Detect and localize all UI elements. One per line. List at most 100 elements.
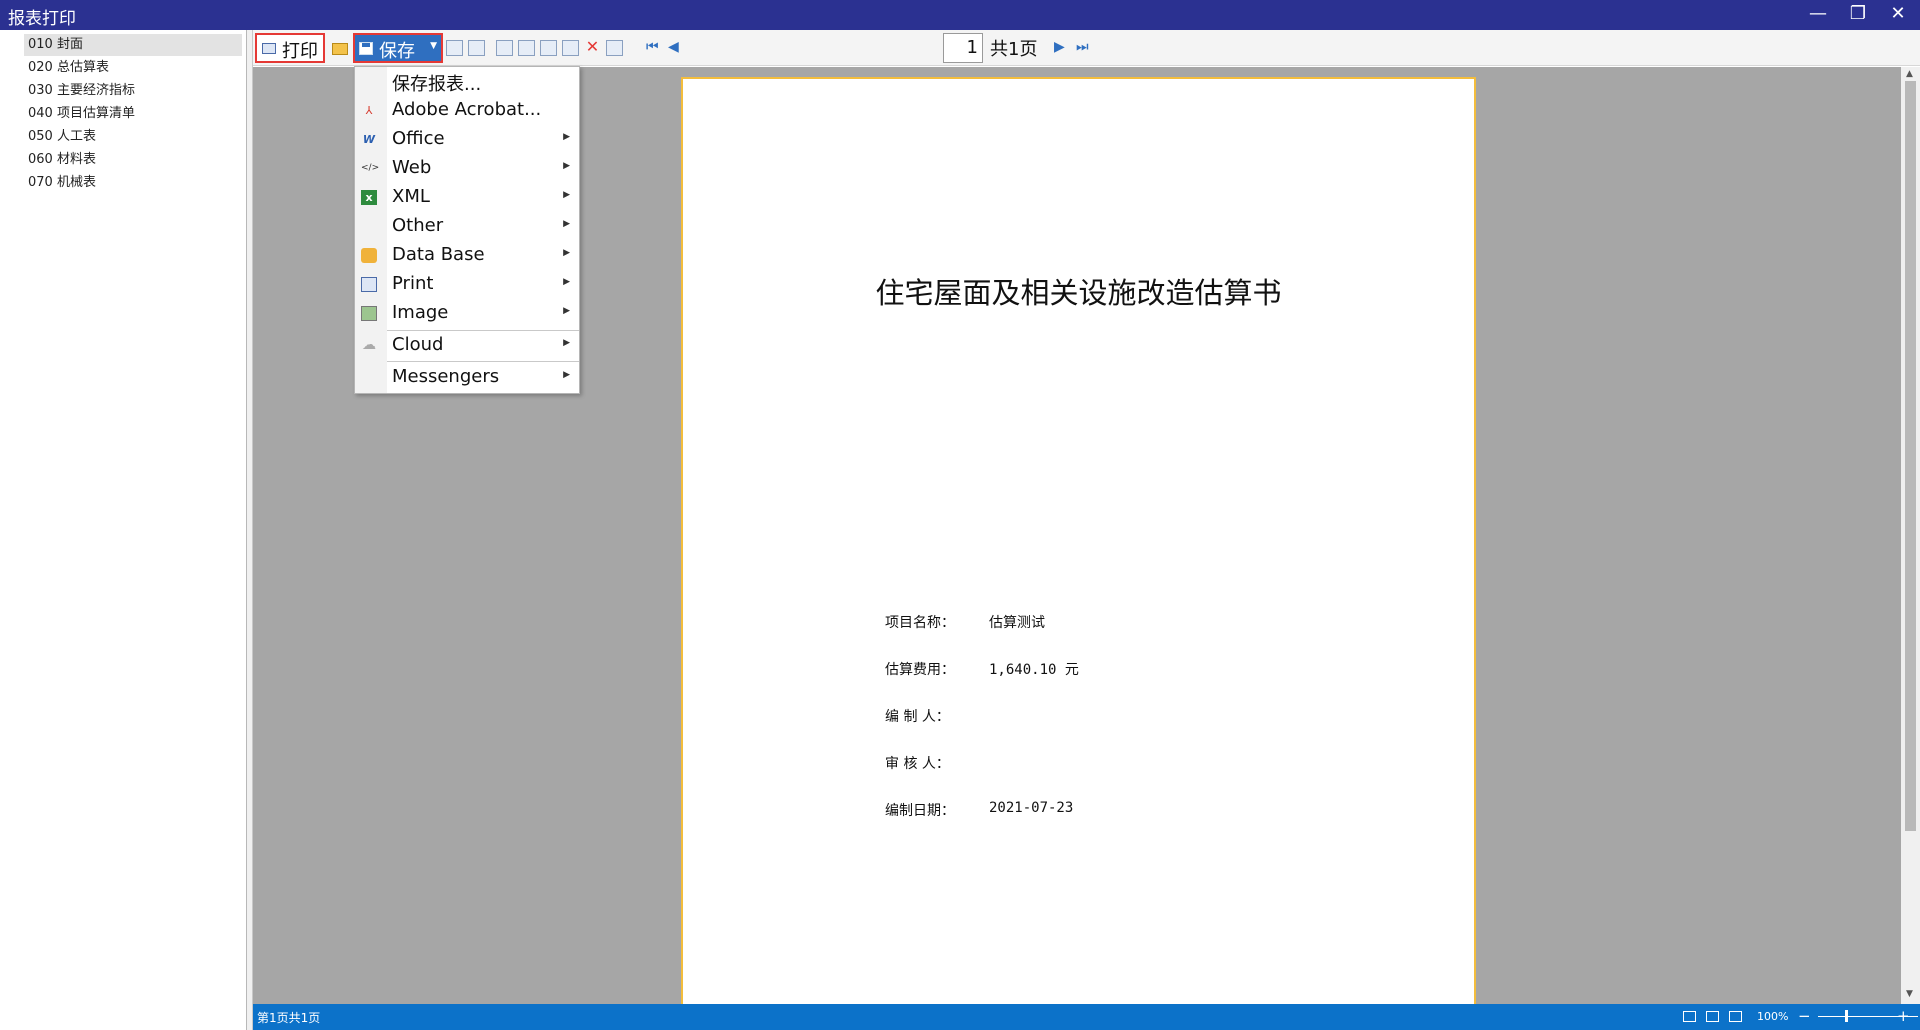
folder-icon <box>332 43 348 55</box>
page-total: 共1页 <box>990 39 1038 60</box>
edit-icon[interactable] <box>518 40 535 56</box>
restore-icon[interactable]: ❐ <box>1840 0 1876 30</box>
status-bar: 第1页共1页 100% − + <box>253 1004 1920 1030</box>
report-item-labor[interactable]: 050 人工表 <box>24 126 242 148</box>
zoom-level[interactable]: 100% <box>1757 1010 1788 1023</box>
menu-item-cloud[interactable]: ☁ Cloud ▶ <box>355 331 579 360</box>
menu-separator <box>387 361 579 362</box>
field-label-estimated-cost: 估算费用： <box>885 662 955 678</box>
fullscreen-icon[interactable] <box>606 40 623 56</box>
field-value-date: 2021-07-23 <box>989 800 1074 816</box>
cloud-icon: ☁ <box>362 337 376 353</box>
printer-icon <box>262 43 276 54</box>
zoom-out-icon[interactable]: − <box>1798 1007 1811 1025</box>
menu-item-save-report[interactable]: 保存报表... <box>355 67 579 96</box>
submenu-arrow-icon: ▶ <box>563 370 570 380</box>
report-item-estimate-list[interactable]: 040 项目估算清单 <box>24 103 242 125</box>
menu-item-web[interactable]: </> Web ▶ <box>355 154 579 183</box>
scroll-up-icon[interactable]: ▲ <box>1906 69 1913 79</box>
field-value-project-name: 估算测试 <box>989 615 1045 631</box>
window-title: 报表打印 <box>8 9 76 29</box>
document-title: 住宅屋面及相关设施改造估算书 <box>875 276 1282 310</box>
continuous-view-icon[interactable] <box>1706 1011 1719 1022</box>
open-button[interactable] <box>330 33 350 63</box>
excel-icon: x <box>361 190 377 205</box>
minimize-icon[interactable]: — <box>1800 0 1836 30</box>
menu-item-xml[interactable]: x XML ▶ <box>355 183 579 212</box>
page-info: 第1页共1页 <box>257 1011 321 1025</box>
menu-item-office[interactable]: W Office ▶ <box>355 125 579 154</box>
menu-item-other[interactable]: Other ▶ <box>355 212 579 241</box>
close-icon[interactable]: ✕ <box>1880 0 1916 30</box>
email-icon[interactable] <box>446 40 463 56</box>
report-item-materials[interactable]: 060 材料表 <box>24 149 242 171</box>
printer-icon <box>361 277 377 292</box>
next-page-icon[interactable]: ▶ <box>1054 39 1065 55</box>
field-label-preparer: 编 制 人： <box>885 709 950 725</box>
field-label-date: 编制日期： <box>885 803 955 819</box>
report-page: 住宅屋面及相关设施改造估算书 项目名称： 估算测试 估算费用： 1,640.10… <box>681 77 1476 1004</box>
image-icon <box>361 306 377 321</box>
toolbar: 打印 保存 ▼ ✕ ⏮ ◀ 1 共1页 ▶ ⏭ <box>253 30 1920 66</box>
submenu-arrow-icon: ▶ <box>563 190 570 200</box>
single-page-view-icon[interactable] <box>1683 1011 1696 1022</box>
submenu-arrow-icon: ▶ <box>563 219 570 229</box>
scrollbar-thumb[interactable] <box>1905 81 1916 831</box>
first-page-icon[interactable]: ⏮ <box>646 39 659 55</box>
report-item-cover[interactable]: 010 封面 <box>24 34 242 56</box>
word-icon: W <box>362 133 376 146</box>
print-label: 打印 <box>282 41 318 62</box>
page-number-input[interactable]: 1 <box>943 33 983 63</box>
submenu-arrow-icon: ▶ <box>563 161 570 171</box>
title-bar: 报表打印 — ❐ ✕ <box>0 0 1920 30</box>
menu-item-label: Data Base <box>392 244 485 265</box>
previous-page-icon[interactable]: ◀ <box>668 39 679 55</box>
menu-item-label: Messengers <box>392 366 500 387</box>
submenu-arrow-icon: ▶ <box>563 132 570 142</box>
report-item-summary[interactable]: 020 总估算表 <box>24 57 242 79</box>
save-button[interactable]: 保存 ▼ <box>353 33 443 63</box>
find-icon[interactable] <box>468 40 485 56</box>
field-label-project-name: 项目名称： <box>885 615 955 631</box>
menu-item-database[interactable]: Data Base ▶ <box>355 241 579 270</box>
design-icon[interactable] <box>540 40 557 56</box>
pdf-icon: ⅄ <box>365 104 373 117</box>
dropdown-arrow-icon: ▼ <box>430 41 437 51</box>
report-item-economic-indicators[interactable]: 030 主要经济指标 <box>24 80 242 102</box>
submenu-arrow-icon: ▶ <box>563 306 570 316</box>
menu-item-label: Other <box>392 215 444 236</box>
menu-item-label: 保存报表... <box>392 74 482 95</box>
save-label: 保存 <box>379 41 415 62</box>
menu-item-label: Adobe Acrobat... <box>392 99 542 120</box>
report-list: 010 封面 020 总估算表 030 主要经济指标 040 项目估算清单 05… <box>0 30 247 1030</box>
last-page-icon[interactable]: ⏭ <box>1076 39 1089 55</box>
watermark-icon[interactable] <box>562 40 579 56</box>
database-icon <box>361 248 377 263</box>
field-label-reviewer: 审 核 人： <box>885 756 950 772</box>
zoom-slider-thumb[interactable] <box>1845 1010 1848 1022</box>
menu-item-label: Image <box>392 302 449 323</box>
submenu-arrow-icon: ▶ <box>563 248 570 258</box>
menu-item-label: Web <box>392 157 432 178</box>
print-button[interactable]: 打印 <box>255 33 325 63</box>
menu-item-label: Print <box>392 273 434 294</box>
menu-item-messengers[interactable]: Messengers ▶ <box>355 363 579 392</box>
menu-item-label: Office <box>392 128 445 149</box>
page-setup-icon[interactable] <box>496 40 513 56</box>
menu-item-label: Cloud <box>392 334 444 355</box>
menu-item-image[interactable]: Image ▶ <box>355 299 579 328</box>
submenu-arrow-icon: ▶ <box>563 338 570 348</box>
scroll-down-icon[interactable]: ▼ <box>1906 989 1913 999</box>
multi-page-view-icon[interactable] <box>1729 1011 1742 1022</box>
report-item-machinery[interactable]: 070 机械表 <box>24 172 242 194</box>
field-value-estimated-cost: 1,640.10 元 <box>989 662 1079 678</box>
html-icon: </> <box>361 163 380 173</box>
menu-item-print[interactable]: Print ▶ <box>355 270 579 299</box>
vertical-scrollbar[interactable]: ▲ ▼ <box>1901 67 1920 1004</box>
menu-item-adobe-acrobat[interactable]: ⅄ Adobe Acrobat... <box>355 96 579 125</box>
menu-item-label: XML <box>392 186 430 207</box>
save-icon <box>359 42 373 55</box>
delete-page-icon[interactable]: ✕ <box>584 39 601 56</box>
zoom-in-icon[interactable]: + <box>1897 1007 1910 1025</box>
submenu-arrow-icon: ▶ <box>563 277 570 287</box>
